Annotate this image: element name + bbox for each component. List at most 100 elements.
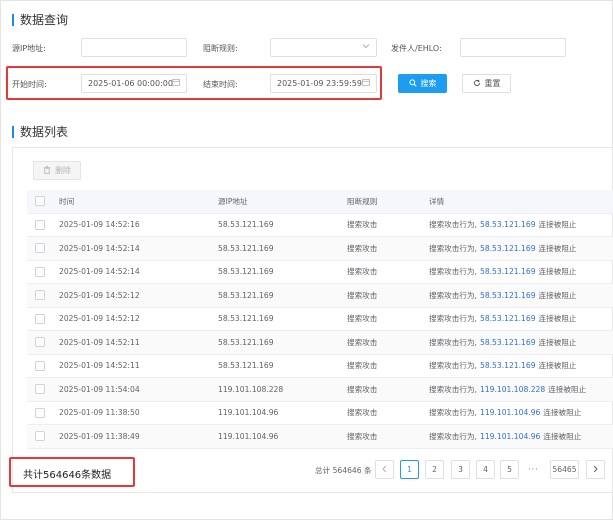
row-checkbox[interactable] xyxy=(35,407,45,418)
table-row[interactable]: 2025-01-09 14:52:14 58.53.121.169 搜索攻击 搜索攻击… xyxy=(27,237,613,261)
row-time: 2025-01-09 14:52:12 xyxy=(59,314,140,324)
row-source-ip: 58.53.121.169 xyxy=(218,361,274,371)
calendar-icon xyxy=(172,78,180,88)
row-time: 2025-01-09 11:38:49 xyxy=(59,431,140,441)
row-checkbox[interactable] xyxy=(35,360,45,371)
reset-button[interactable]: 重置 xyxy=(462,74,511,93)
calendar-icon xyxy=(362,78,370,88)
column-header-detail: 详情 xyxy=(429,196,445,206)
pagination-last-page[interactable]: 56465 xyxy=(550,460,579,479)
table-row[interactable]: 2025-01-09 11:38:49 119.101.104.96 搜索攻击 搜索攻… xyxy=(27,425,613,449)
end-time-label: 结束时间: xyxy=(203,80,238,89)
pagination-page-5[interactable]: 5 xyxy=(500,460,519,479)
column-header-time: 时间 xyxy=(59,196,75,206)
table-row[interactable]: 2025-01-09 14:52:11 58.53.121.169 搜索攻击 搜索攻击… xyxy=(27,355,613,378)
row-source-ip: 58.53.121.169 xyxy=(218,243,274,253)
row-checkbox[interactable] xyxy=(35,431,45,442)
row-detail-suffix: 连接被阻止 xyxy=(543,408,582,418)
row-rule: 搜索攻击 xyxy=(347,314,378,324)
sender-input[interactable] xyxy=(460,38,566,57)
pagination-prev-button[interactable] xyxy=(375,460,394,479)
row-detail: 搜索攻击行为, 58.53.121.169 连接被阻止 xyxy=(429,261,577,284)
row-detail-ip-link[interactable]: 58.53.121.169 xyxy=(480,338,536,347)
list-title-text: 数据列表 xyxy=(20,125,69,139)
row-detail-ip-link[interactable]: 58.53.121.169 xyxy=(480,361,536,370)
table-row[interactable]: 2025-01-09 14:52:12 58.53.121.169 搜索攻击 搜索攻击… xyxy=(27,284,613,308)
end-time-value: 2025-01-09 23:59:59 xyxy=(277,79,362,88)
row-detail-prefix: 搜索攻击行为, xyxy=(429,243,477,253)
title-accent-bar xyxy=(12,125,14,138)
query-title-text: 数据查询 xyxy=(20,13,69,27)
row-source-ip: 58.53.121.169 xyxy=(218,220,274,230)
row-checkbox[interactable] xyxy=(35,266,45,277)
row-detail-suffix: 连接被阻止 xyxy=(538,314,577,324)
row-detail: 搜索攻击行为, 58.53.121.169 连接被阻止 xyxy=(429,331,577,354)
row-checkbox[interactable] xyxy=(35,219,45,230)
row-source-ip: 58.53.121.169 xyxy=(218,267,274,277)
row-rule: 搜索攻击 xyxy=(347,408,378,418)
row-detail-ip-link[interactable]: 58.53.121.169 xyxy=(480,314,536,323)
row-detail-ip-link[interactable]: 119.101.108.228 xyxy=(480,385,545,394)
row-detail: 搜索攻击行为, 58.53.121.169 连接被阻止 xyxy=(429,308,577,331)
row-detail-prefix: 搜索攻击行为, xyxy=(429,267,477,277)
row-detail-ip-link[interactable]: 58.53.121.169 xyxy=(480,244,536,253)
row-detail-ip-link[interactable]: 58.53.121.169 xyxy=(480,291,536,300)
pagination-page-4[interactable]: 4 xyxy=(476,460,495,479)
row-detail-ip-link[interactable]: 119.101.104.96 xyxy=(480,432,540,441)
row-checkbox[interactable] xyxy=(35,243,45,254)
pagination-page-3[interactable]: 3 xyxy=(451,460,470,479)
row-detail-suffix: 连接被阻止 xyxy=(538,220,577,230)
pagination-page-2[interactable]: 2 xyxy=(425,460,444,479)
table-row[interactable]: 2025-01-09 14:52:16 58.53.121.169 搜索攻击 搜索攻击… xyxy=(27,214,613,237)
rule-select[interactable] xyxy=(270,38,377,57)
pagination-page-1[interactable]: 1 xyxy=(400,460,419,479)
search-button[interactable]: 搜索 xyxy=(398,74,447,93)
end-time-picker[interactable]: 2025-01-09 23:59:59 xyxy=(270,74,377,93)
row-detail: 搜索攻击行为, 119.101.104.96 连接被阻止 xyxy=(429,402,581,425)
start-time-label: 开始时间: xyxy=(12,80,47,89)
row-detail-ip-link[interactable]: 58.53.121.169 xyxy=(480,267,536,276)
row-detail: 搜索攻击行为, 58.53.121.169 连接被阻止 xyxy=(429,214,577,237)
row-detail: 搜索攻击行为, 119.101.104.96 连接被阻止 xyxy=(429,425,581,448)
pagination-ellipsis[interactable]: ··· xyxy=(524,460,543,479)
source-ip-input[interactable] xyxy=(81,38,187,57)
row-detail: 搜索攻击行为, 58.53.121.169 连接被阻止 xyxy=(429,284,577,307)
table-row[interactable]: 2025-01-09 14:52:12 58.53.121.169 搜索攻击 搜索攻击… xyxy=(27,308,613,331)
row-checkbox[interactable] xyxy=(35,290,45,301)
start-time-value: 2025-01-06 00:00:00 xyxy=(88,79,173,88)
row-time: 2025-01-09 14:52:14 xyxy=(59,243,140,253)
row-time: 2025-01-09 11:38:50 xyxy=(59,408,140,418)
table-row[interactable]: 2025-01-09 14:52:11 58.53.121.169 搜索攻击 搜索攻击… xyxy=(27,331,613,355)
delete-button[interactable]: 删除 xyxy=(33,161,81,180)
row-checkbox[interactable] xyxy=(35,313,45,324)
start-time-picker[interactable]: 2025-01-06 00:00:00 xyxy=(81,74,187,93)
row-checkbox[interactable] xyxy=(35,337,45,348)
row-source-ip: 58.53.121.169 xyxy=(218,290,274,300)
row-detail-suffix: 连接被阻止 xyxy=(538,243,577,253)
row-checkbox[interactable] xyxy=(35,384,45,395)
row-detail-suffix: 连接被阻止 xyxy=(538,267,577,277)
row-detail-ip-link[interactable]: 58.53.121.169 xyxy=(480,220,536,229)
row-time: 2025-01-09 14:52:16 xyxy=(59,220,140,230)
row-detail-suffix: 连接被阻止 xyxy=(538,337,577,347)
column-header-rule: 阻断规则 xyxy=(347,196,378,206)
select-all-checkbox[interactable] xyxy=(35,196,45,207)
row-rule: 搜索攻击 xyxy=(347,431,378,441)
list-section-title: 数据列表 xyxy=(12,123,68,140)
delete-button-label: 删除 xyxy=(55,166,71,175)
row-rule: 搜索攻击 xyxy=(347,384,378,394)
query-section-title: 数据查询 xyxy=(12,11,68,28)
chevron-right-icon xyxy=(592,465,599,475)
row-detail-prefix: 搜索攻击行为, xyxy=(429,337,477,347)
table-row[interactable]: 2025-01-09 11:54:04 119.101.108.228 搜索攻击 搜索… xyxy=(27,378,613,402)
column-header-source-ip: 源IP地址 xyxy=(218,196,248,206)
table-row[interactable]: 2025-01-09 11:38:50 119.101.104.96 搜索攻击 搜索攻… xyxy=(27,402,613,425)
table-row[interactable]: 2025-01-09 14:52:14 58.53.121.169 搜索攻击 搜索攻击… xyxy=(27,261,613,284)
total-count-note: 共计564646条数据 xyxy=(23,470,112,481)
row-rule: 搜索攻击 xyxy=(347,337,378,347)
pagination-next-button[interactable] xyxy=(586,460,605,479)
row-rule: 搜索攻击 xyxy=(347,267,378,277)
row-rule: 搜索攻击 xyxy=(347,220,378,230)
row-detail-ip-link[interactable]: 119.101.104.96 xyxy=(480,408,540,417)
row-rule: 搜索攻击 xyxy=(347,361,378,371)
